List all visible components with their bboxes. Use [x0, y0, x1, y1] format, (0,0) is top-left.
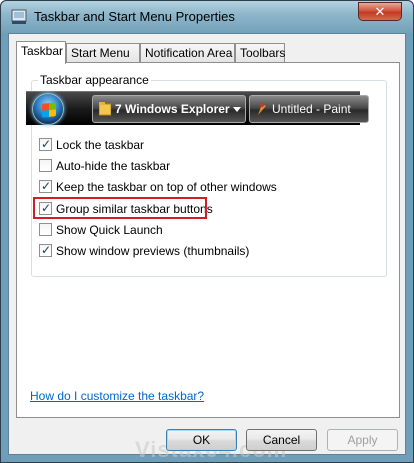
- paint-icon: [258, 103, 266, 115]
- checkmark-icon: ✓: [41, 137, 52, 151]
- preview-taskbar-button-paint: Untitled - Paint: [249, 95, 369, 123]
- apply-button[interactable]: Apply: [327, 429, 398, 451]
- start-orb-icon: [32, 93, 64, 125]
- close-icon: ✕: [374, 4, 386, 19]
- option-label: Auto-hide the taskbar: [56, 159, 171, 173]
- folder-icon: [99, 102, 111, 116]
- tab-start-menu[interactable]: Start Menu: [66, 43, 140, 63]
- help-link[interactable]: How do I customize the taskbar?: [30, 389, 204, 403]
- ok-button[interactable]: OK: [166, 429, 237, 451]
- close-button[interactable]: ✕: [358, 2, 402, 21]
- option-label: Show window previews (thumbnails): [56, 244, 250, 258]
- group-label: Taskbar appearance: [38, 73, 151, 87]
- chevron-down-icon: [233, 107, 241, 112]
- preview-button-label: 7 Windows Explorer: [115, 102, 230, 116]
- tab-taskbar[interactable]: Taskbar: [16, 41, 66, 64]
- window-title: Taskbar and Start Menu Properties: [34, 9, 235, 24]
- checkbox[interactable]: ✓: [39, 243, 52, 257]
- option-label: Lock the taskbar: [56, 138, 145, 152]
- preview-taskbar-button-explorer: 7 Windows Explorer: [92, 95, 246, 123]
- highlight-annotation: [33, 197, 207, 219]
- dialog-client-area: Taskbar Start Menu Notification Area Too…: [8, 33, 406, 462]
- tab-toolbars[interactable]: Toolbars: [235, 43, 285, 63]
- checkbox[interactable]: [39, 223, 52, 236]
- cancel-button[interactable]: Cancel: [246, 429, 317, 451]
- title-bar[interactable]: Taskbar and Start Menu Properties ✕: [1, 1, 413, 33]
- taskbar-preview-image: 7 Windows Explorer Untitled - Paint: [26, 91, 369, 125]
- taskbar-properties-icon: [11, 9, 27, 24]
- properties-window: Taskbar and Start Menu Properties ✕ Task…: [0, 0, 414, 463]
- checkmark-icon: ✓: [41, 243, 52, 257]
- tab-notification-area[interactable]: Notification Area: [140, 43, 235, 63]
- option-label: Keep the taskbar on top of other windows: [56, 180, 277, 194]
- option-label: Show Quick Launch: [56, 223, 163, 237]
- checkbox[interactable]: ✓: [39, 179, 52, 193]
- checkmark-icon: ✓: [41, 179, 52, 193]
- windows-logo-icon: [42, 102, 56, 118]
- preview-button-label: Untitled - Paint: [272, 102, 351, 116]
- checkbox[interactable]: [39, 159, 52, 172]
- checkbox[interactable]: ✓: [39, 137, 52, 151]
